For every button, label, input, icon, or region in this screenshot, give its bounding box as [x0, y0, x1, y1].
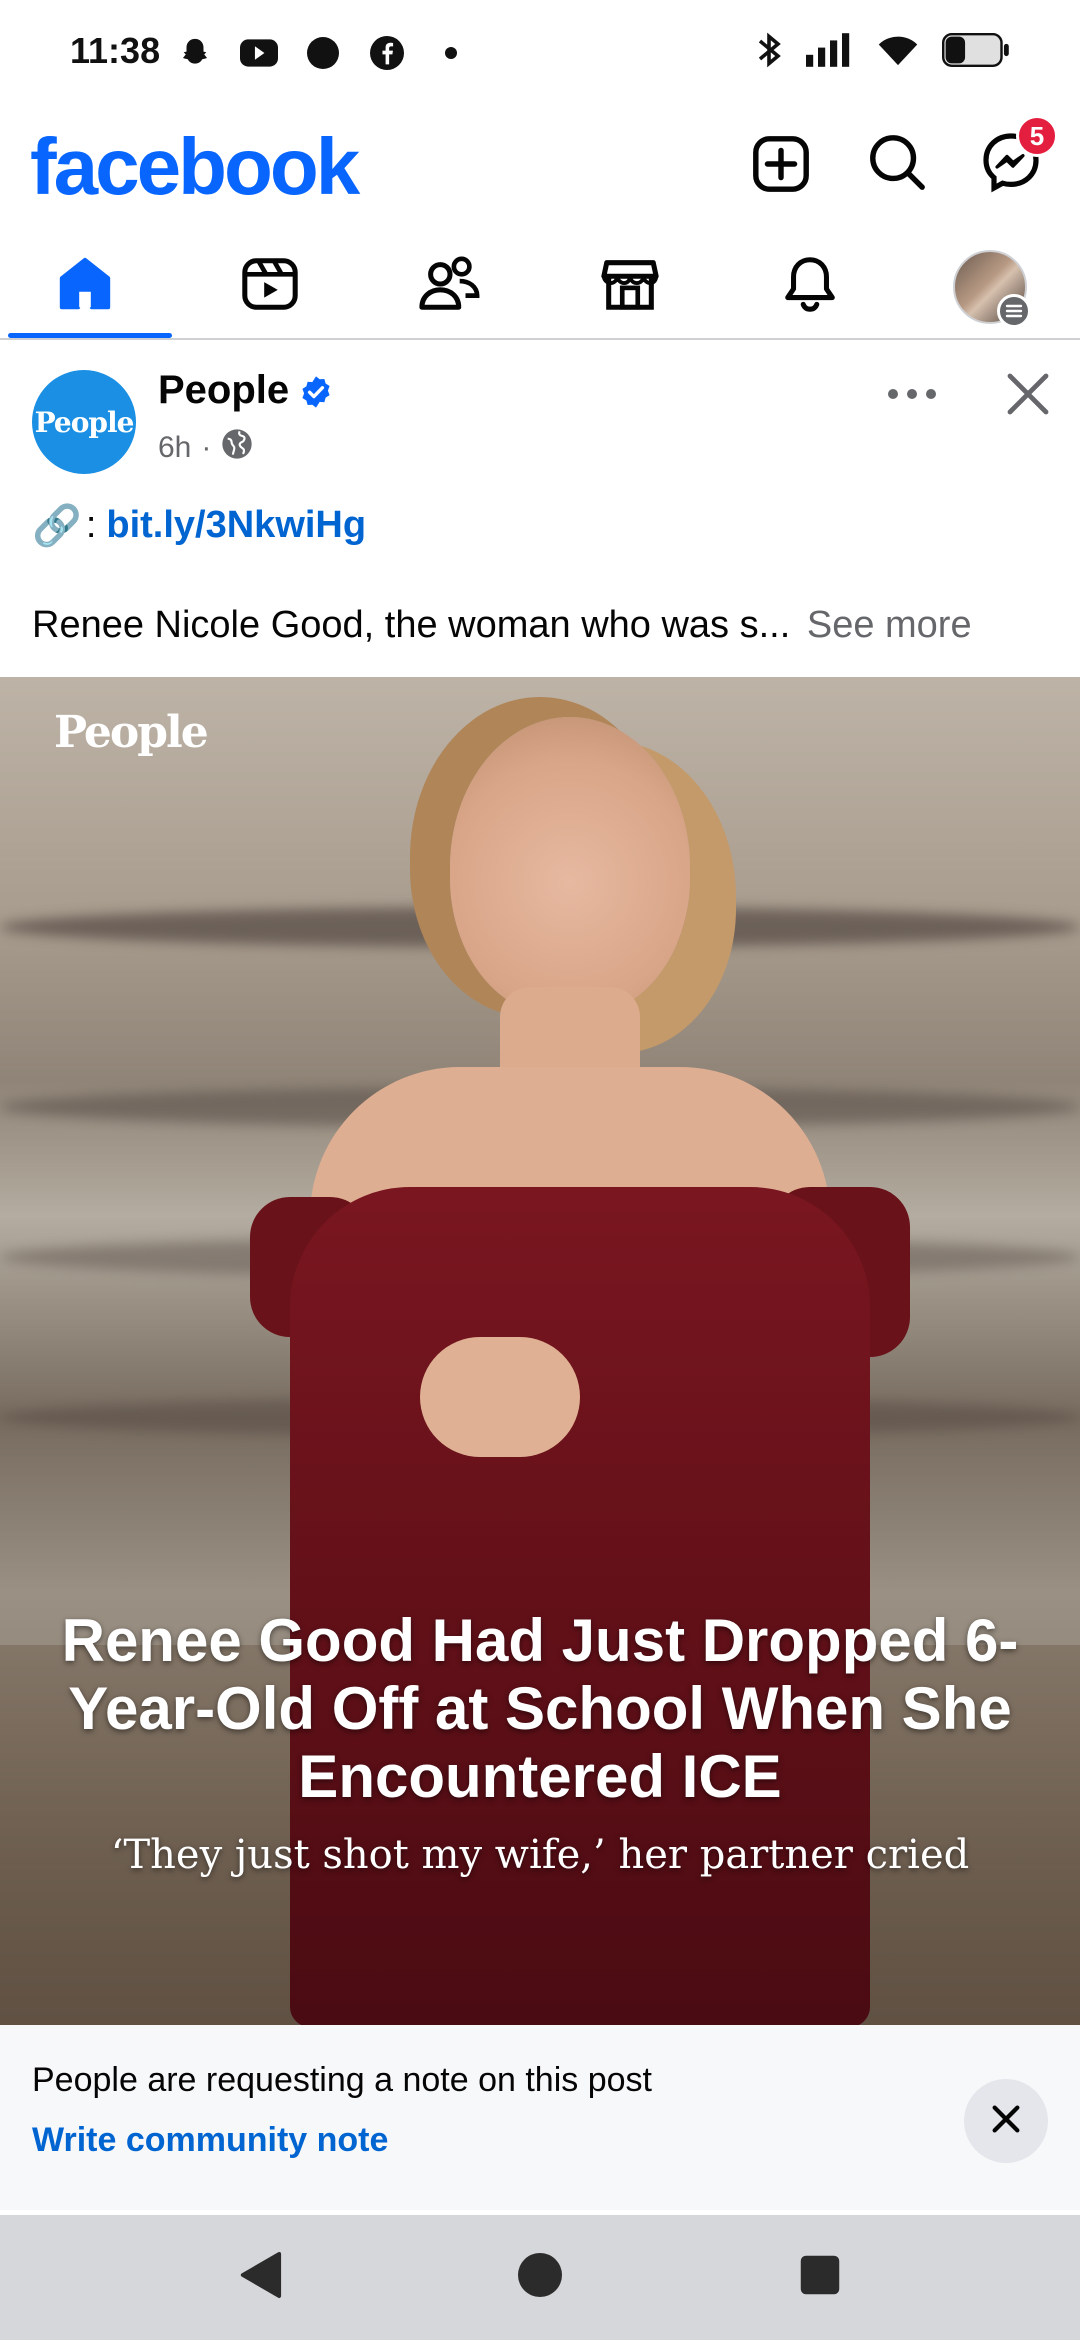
- post-link-line: 🔗 : bit.ly/3NkwiHg: [32, 502, 366, 549]
- recents-square-icon: [799, 2254, 841, 2301]
- status-bar: 11:38: [0, 0, 1080, 105]
- verified-badge-icon: [299, 374, 333, 408]
- community-note-banner: People are requesting a note on this pos…: [0, 2025, 1080, 2210]
- more-horizontal-icon: [886, 387, 938, 406]
- circle-app-icon: [304, 34, 342, 72]
- close-icon: [1004, 370, 1052, 423]
- post-caption-text: Renee Nicole Good, the woman who was s..…: [32, 604, 791, 646]
- tab-reels[interactable]: [185, 235, 355, 338]
- signal-icon: [806, 33, 854, 72]
- tab-notifications[interactable]: [725, 235, 895, 338]
- see-more-link[interactable]: See more: [807, 604, 972, 646]
- battery-icon: [942, 32, 1010, 73]
- system-nav-bar: [0, 2215, 1080, 2340]
- create-post-button[interactable]: [744, 127, 818, 201]
- photo-subhead: ‘They just shot my wife,’ her partner cr…: [110, 1832, 970, 1878]
- messenger-button[interactable]: 5: [974, 115, 1058, 201]
- post-link[interactable]: bit.ly/3NkwiHg: [106, 504, 366, 547]
- home-circle-icon: [516, 2251, 564, 2304]
- dot-icon: [432, 34, 470, 72]
- meta-separator: ·: [201, 431, 212, 464]
- photo-subject: [250, 717, 910, 2025]
- back-button[interactable]: [230, 2247, 290, 2307]
- facebook-icon: [368, 34, 406, 72]
- menu-icon: [997, 293, 1031, 328]
- subject-hands: [420, 1337, 580, 1457]
- home-icon: [54, 253, 116, 320]
- write-community-note-link[interactable]: Write community note: [32, 2121, 388, 2160]
- tab-home[interactable]: [0, 235, 172, 338]
- subject-head: [450, 717, 690, 1017]
- tab-friends[interactable]: [365, 235, 535, 338]
- marketplace-icon: [599, 253, 661, 320]
- close-icon: [989, 2102, 1023, 2141]
- post-author[interactable]: People: [158, 368, 333, 413]
- search-button[interactable]: [860, 127, 934, 201]
- community-note-text: People are requesting a note on this pos…: [32, 2061, 652, 2099]
- post-time[interactable]: 6h: [158, 431, 191, 465]
- globe-icon: [221, 428, 253, 468]
- wifi-icon: [876, 32, 920, 73]
- friends-icon: [417, 253, 483, 320]
- snapchat-icon: [176, 34, 214, 72]
- recents-button[interactable]: [790, 2247, 850, 2307]
- facebook-logo[interactable]: facebook: [30, 121, 360, 213]
- status-notification-icons: [176, 34, 470, 72]
- link-colon: :: [85, 504, 97, 546]
- status-system-icons: [754, 32, 1010, 73]
- tab-marketplace[interactable]: [545, 235, 715, 338]
- post-more-options-button[interactable]: [880, 376, 944, 416]
- subject-dress: [290, 1187, 870, 2025]
- search-icon: [866, 131, 928, 198]
- reels-icon: [239, 253, 301, 320]
- tab-profile-menu[interactable]: [905, 235, 1075, 338]
- hide-post-button[interactable]: [996, 364, 1060, 428]
- post-caption: Renee Nicole Good, the woman who was s..…: [32, 604, 1052, 647]
- bluetooth-icon: [754, 32, 784, 73]
- youtube-icon: [240, 34, 278, 72]
- post-meta: 6h ·: [158, 428, 253, 468]
- link-icon: 🔗: [32, 504, 82, 548]
- photo-brand-logo: People: [54, 707, 209, 758]
- home-button[interactable]: [510, 2247, 570, 2307]
- avatar: [953, 249, 1031, 328]
- post-author-avatar[interactable]: People: [32, 370, 136, 474]
- app-header: facebook 5: [0, 105, 1080, 235]
- dismiss-note-button[interactable]: [964, 2079, 1048, 2163]
- photo-headline: Renee Good Had Just Dropped 6-Year-Old O…: [61, 1607, 1019, 1810]
- status-time: 11:38: [70, 30, 161, 71]
- bell-icon: [779, 253, 841, 320]
- post-author-name[interactable]: People: [158, 368, 289, 413]
- main-nav-tabs: [0, 235, 1080, 340]
- back-triangle-icon: [237, 2250, 283, 2305]
- messenger-badge: 5: [1016, 115, 1058, 157]
- post-photo[interactable]: People Renee Good Had Just Dropped 6-Yea…: [0, 677, 1080, 2025]
